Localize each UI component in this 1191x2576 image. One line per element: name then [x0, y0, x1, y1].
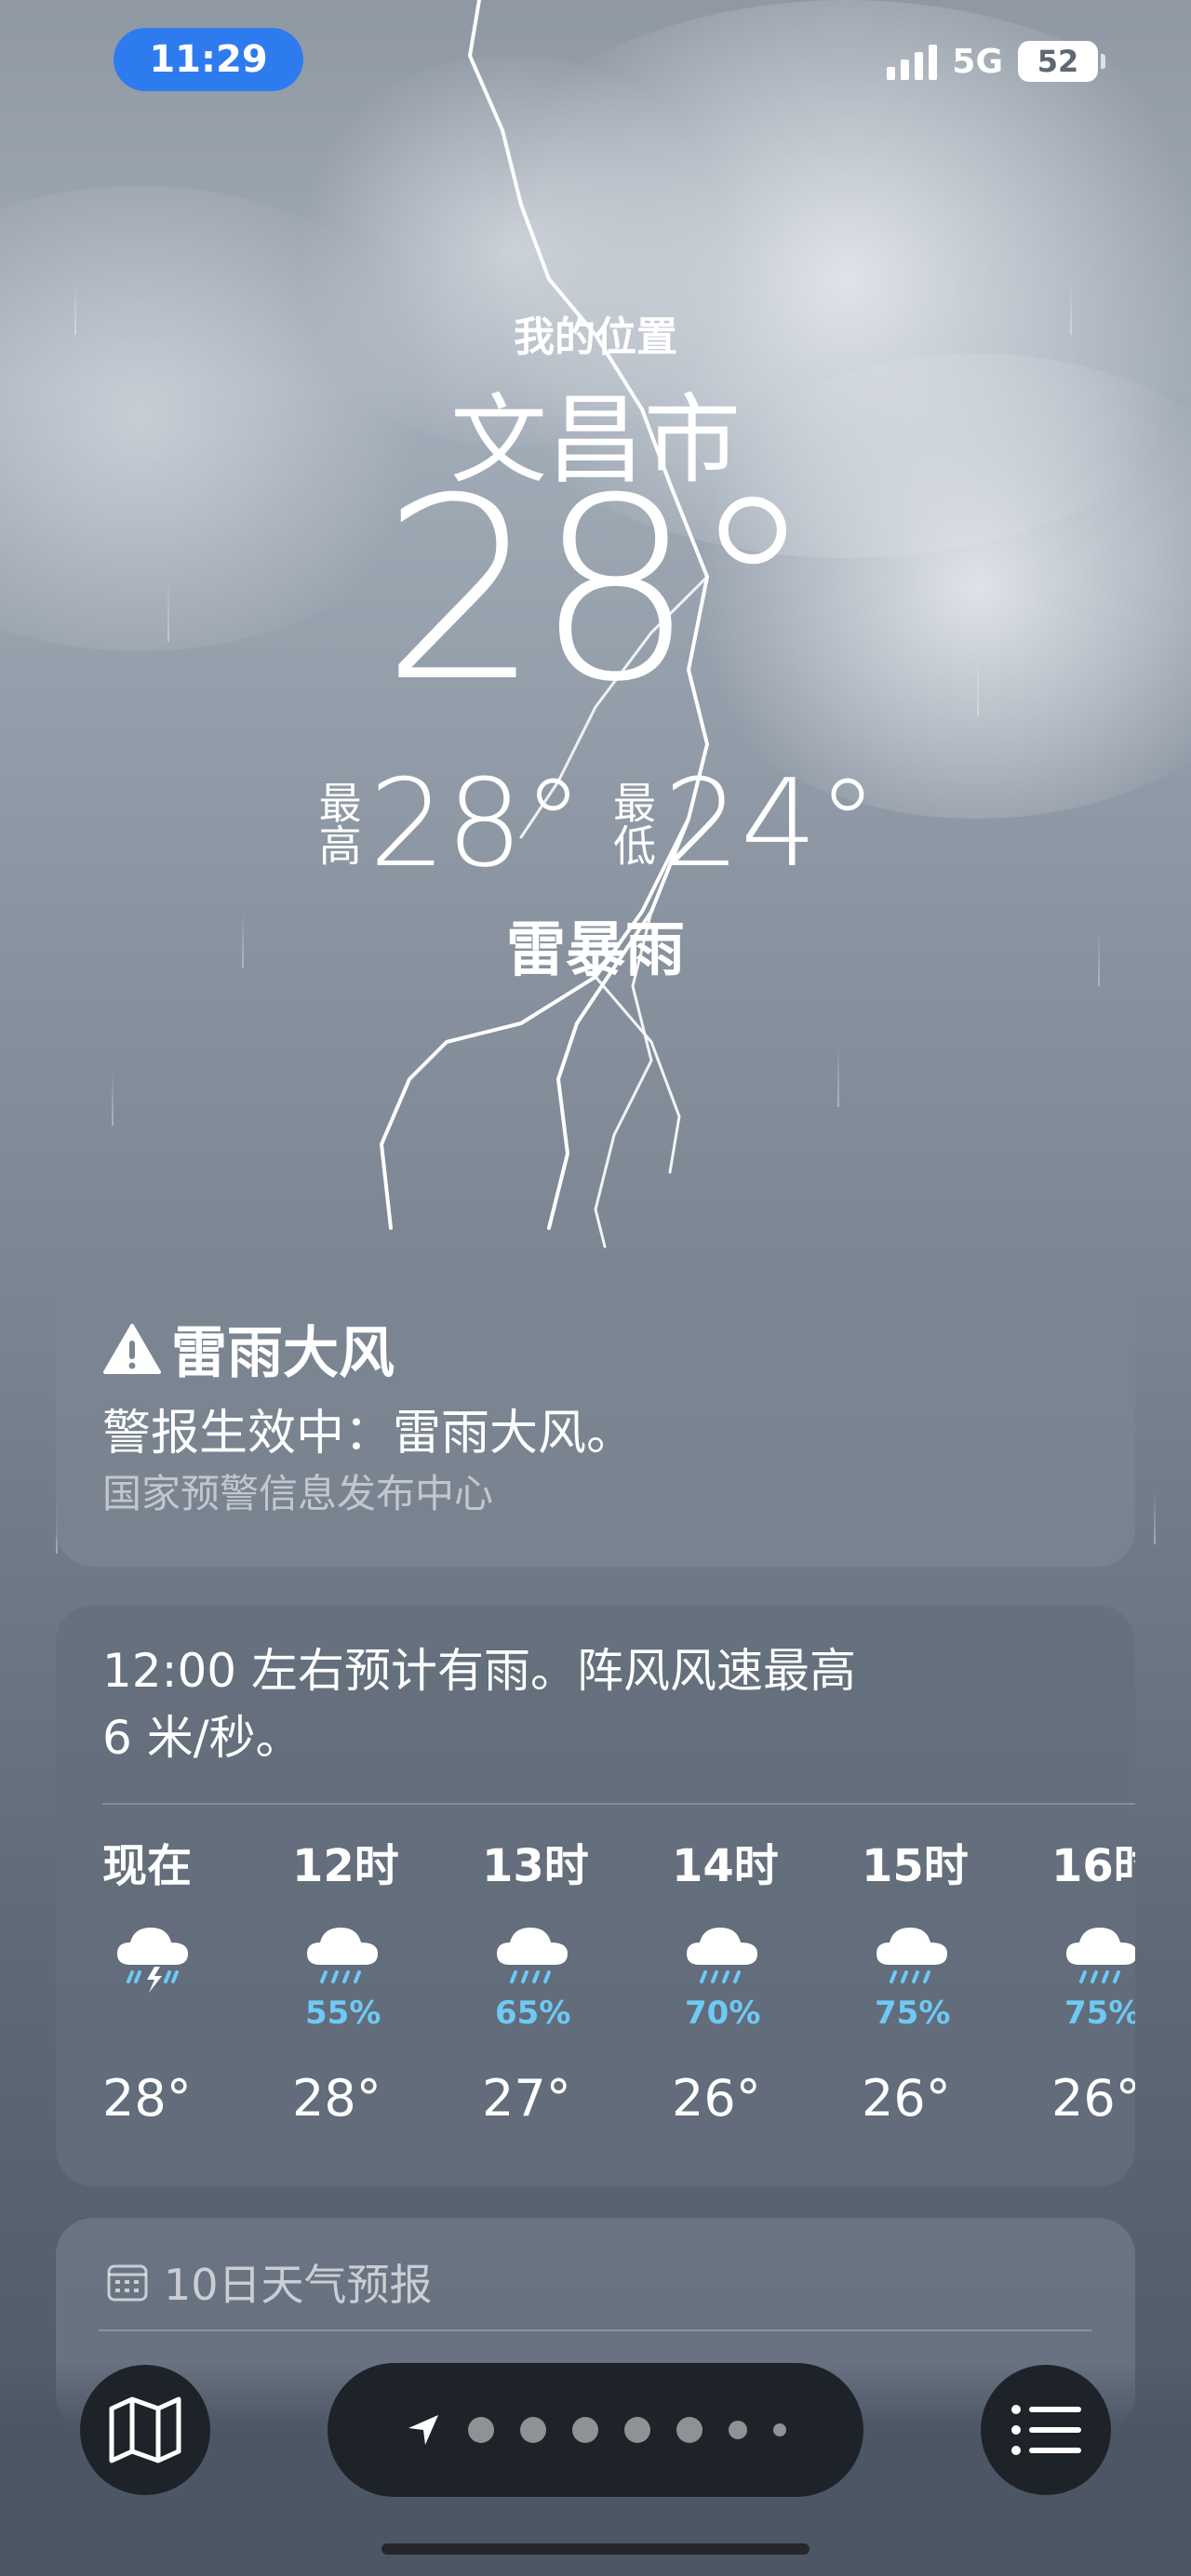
- page-dot[interactable]: [676, 2417, 703, 2443]
- high-label: 最高: [312, 781, 363, 866]
- hour-label: 12时: [292, 1840, 399, 1892]
- hour-temp: 26°: [862, 2069, 951, 2128]
- calendar-icon: [107, 2264, 148, 2302]
- precip-probability: 65%: [495, 1995, 571, 2032]
- page-indicator[interactable]: [328, 2363, 863, 2497]
- severe-weather-alert-card[interactable]: 雷雨大风 警报生效中：雷雨大风。 国家预警信息发布中心: [56, 1252, 1135, 1567]
- alert-source: 国家预警信息发布中心: [102, 1471, 494, 1516]
- list-button[interactable]: [981, 2365, 1111, 2495]
- location-label: 我的位置: [514, 314, 677, 361]
- alert-title: 雷雨大风: [171, 1321, 395, 1386]
- network-type: 5G: [952, 42, 1003, 81]
- list-icon: [1011, 2405, 1081, 2455]
- precip-probability: 70%: [685, 1995, 761, 2032]
- hour-item: 13时 65% 27°: [482, 1829, 672, 2128]
- hour-label: 13时: [482, 1840, 589, 1892]
- forecast-divider: [99, 2329, 1092, 2331]
- hour-item: 16时 75% 26°: [1051, 1829, 1135, 2128]
- hour-temp: 26°: [1051, 2069, 1135, 2128]
- weather-condition: 雷暴雨: [506, 916, 685, 985]
- hourly-summary-line1: 12:00 左右预计有雨。阵风风速最高: [102, 1644, 856, 1698]
- hour-temp: 28°: [292, 2069, 381, 2128]
- page-dot[interactable]: [729, 2421, 747, 2439]
- status-time[interactable]: 11:29: [114, 28, 303, 91]
- low-temp-group: 最低 24°: [607, 753, 878, 894]
- hour-temp: 26°: [672, 2069, 761, 2128]
- status-indicators: 5G 52: [887, 41, 1105, 82]
- page-dot[interactable]: [624, 2417, 650, 2443]
- cellular-signal-icon: [887, 43, 938, 80]
- rain-icon: [307, 1928, 378, 1983]
- ten-day-forecast-header: 10日天气预报: [106, 2251, 433, 2313]
- hour-label: 14时: [672, 1840, 779, 1892]
- high-low-temperatures: 最高 28° 最低 24°: [0, 763, 1191, 884]
- hour-label: 现在: [102, 1840, 193, 1892]
- hour-label: 15时: [862, 1840, 969, 1892]
- rain-icon: [687, 1928, 757, 1983]
- hour-label: 16时: [1051, 1840, 1135, 1892]
- warning-icon: [103, 1323, 161, 1374]
- hour-item: 14时 70% 26°: [672, 1829, 862, 2128]
- precip-probability: 75%: [1064, 1995, 1135, 2032]
- precip-probability: 55%: [305, 1995, 381, 2032]
- hourly-divider: [102, 1803, 1135, 1805]
- hour-item: 15时 75% 26°: [862, 1829, 1051, 2128]
- low-value: 24°: [663, 753, 878, 894]
- battery-icon: 52: [1018, 41, 1105, 82]
- location-arrow-icon[interactable]: [405, 2411, 442, 2449]
- hourly-list[interactable]: 现在 28° 12时 55% 28° 13时 65% 27° 14时 70% 2…: [102, 1829, 1135, 2128]
- hour-item: 现在 28°: [102, 1829, 292, 2128]
- home-indicator[interactable]: [381, 2543, 810, 2555]
- map-button[interactable]: [80, 2365, 210, 2495]
- precip-probability: 75%: [875, 1995, 951, 2032]
- rain-icon: [1066, 1928, 1135, 1983]
- hour-temp: 28°: [102, 2069, 192, 2128]
- high-temp-group: 最高 28°: [312, 753, 583, 894]
- page-dot[interactable]: [773, 2423, 786, 2436]
- low-label: 最低: [607, 781, 657, 866]
- rain-icon: [877, 1928, 947, 1983]
- alert-title-row: 雷雨大风: [102, 1308, 395, 1389]
- hourly-forecast-card[interactable]: 12:00 左右预计有雨。阵风风速最高 6 米/秒。 现在 28° 12时 55…: [56, 1606, 1135, 2186]
- alert-text: 警报生效中：雷雨大风。: [102, 1406, 636, 1462]
- high-value: 28°: [368, 753, 583, 894]
- hourly-summary: 12:00 左右预计有雨。阵风风速最高 6 米/秒。: [102, 1637, 1070, 1771]
- page-dot[interactable]: [572, 2417, 598, 2443]
- hour-temp: 27°: [482, 2069, 571, 2128]
- map-icon: [109, 2396, 181, 2463]
- thunderstorm-icon: [117, 1928, 188, 1993]
- page-dot[interactable]: [520, 2417, 546, 2443]
- current-temperature: 28°: [381, 444, 816, 737]
- hour-item: 12时 55% 28°: [292, 1829, 482, 2128]
- hourly-summary-line2: 6 米/秒。: [102, 1711, 302, 1765]
- page-dot[interactable]: [468, 2417, 494, 2443]
- ten-day-forecast-title: 10日天气预报: [164, 2260, 433, 2310]
- rain-icon: [497, 1928, 568, 1983]
